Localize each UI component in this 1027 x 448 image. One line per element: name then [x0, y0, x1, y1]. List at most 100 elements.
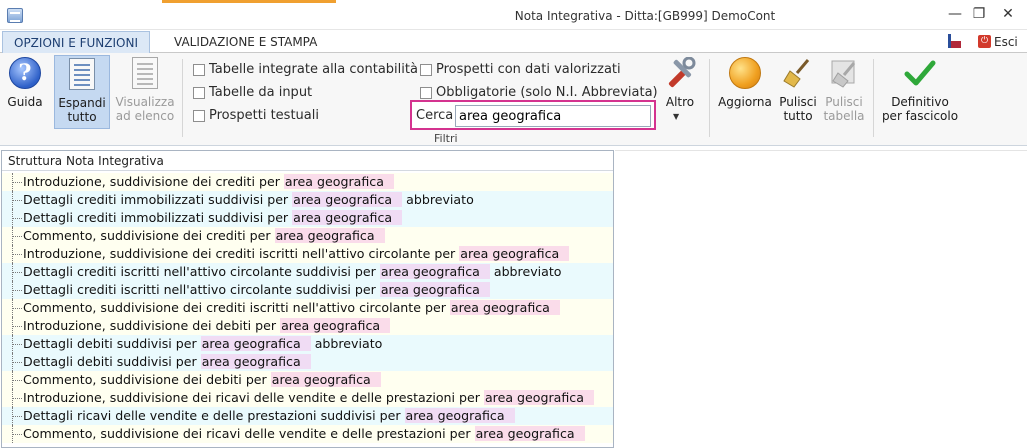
- tree-row-text: Commento, suddivisione dei ricavi delle …: [23, 426, 475, 441]
- checkbox-box[interactable]: [420, 87, 432, 99]
- checkbox-box[interactable]: [193, 110, 205, 122]
- guida-button[interactable]: ? Guida: [2, 57, 48, 109]
- tree-connector: [13, 254, 22, 255]
- title-bar: Nota Integrativa - Ditta:[GB999] DemoCon…: [0, 0, 1027, 30]
- tree-connector: [13, 308, 22, 309]
- detail-pane: [615, 150, 1027, 448]
- tree-connector: [13, 326, 22, 327]
- tree-row-label: Commento, suddivisione dei crediti per a…: [23, 227, 385, 245]
- pulisci-tabella-label-1: Pulisci: [825, 95, 863, 109]
- tree-row[interactable]: Commento, suddivisione dei crediti iscri…: [2, 299, 613, 317]
- search-highlight: area geografica: [292, 210, 403, 225]
- tree-row[interactable]: Dettagli crediti immobilizzati suddivisi…: [2, 191, 613, 209]
- search-box: Cerca: [410, 100, 656, 130]
- search-highlight: area geografica: [379, 282, 490, 297]
- tree-row[interactable]: Dettagli debiti suddivisi per area geogr…: [2, 335, 613, 353]
- maximize-button[interactable]: ❐: [968, 5, 990, 23]
- tree-row-text: Introduzione, suddivisione dei debiti pe…: [23, 318, 281, 333]
- tree-row[interactable]: Dettagli crediti iscritti nell'attivo ci…: [2, 263, 613, 281]
- search-highlight: area geografica: [200, 354, 311, 369]
- refresh-icon: [729, 57, 761, 89]
- tree-row-label: Introduzione, suddivisione dei crediti p…: [23, 173, 394, 191]
- list-view-icon: [132, 57, 158, 89]
- tree-row-text: Dettagli crediti immobilizzati suddivisi…: [23, 192, 293, 207]
- checkbox-obbligatorie[interactable]: Obbligatorie (solo N.I. Abbreviata): [420, 85, 658, 101]
- broom-icon: [782, 57, 814, 89]
- checkbox-label: Tabelle integrate alla contabilità: [209, 62, 418, 77]
- altro-button[interactable]: Altro: [659, 56, 701, 109]
- tree-row[interactable]: Introduzione, suddivisione dei debiti pe…: [2, 317, 613, 335]
- aggiorna-button[interactable]: Aggiorna: [714, 57, 776, 109]
- tree-row-text: Dettagli crediti iscritti nell'attivo ci…: [23, 282, 380, 297]
- pulisci-tabella-button[interactable]: Pulisci tabella: [820, 57, 868, 123]
- tree-row[interactable]: Dettagli crediti iscritti nell'attivo ci…: [2, 281, 613, 299]
- exit-button[interactable]: ⏻ Esci: [978, 34, 1018, 50]
- search-highlight: area geografica: [379, 264, 490, 279]
- search-highlight: area geografica: [404, 408, 515, 423]
- search-highlight: area geografica: [459, 246, 570, 261]
- checkbox-tabelle-integrate[interactable]: Tabelle integrate alla contabilità: [193, 62, 418, 78]
- tree-row-text: Dettagli debiti suddivisi per: [23, 336, 201, 351]
- search-highlight: area geografica: [280, 318, 391, 333]
- tree-row[interactable]: Commento, suddivisione dei debiti per ar…: [2, 371, 613, 389]
- checkbox-box[interactable]: [193, 87, 205, 99]
- pulisci-tutto-label-2: tutto: [783, 109, 813, 123]
- definitivo-per-fascicolo-button[interactable]: Definitivo per fascicolo: [878, 57, 962, 123]
- checkbox-prospetti-valorizzati[interactable]: Prospetti con dati valorizzati: [420, 62, 621, 78]
- window-title: Nota Integrativa - Ditta:[GB999] DemoCon…: [514, 9, 776, 23]
- tree-list: Introduzione, suddivisione dei crediti p…: [2, 173, 613, 443]
- checkbox-prospetti-testuali[interactable]: Prospetti testuali: [193, 108, 319, 124]
- tree-row[interactable]: Dettagli ricavi delle vendite e delle pr…: [2, 407, 613, 425]
- minimize-button[interactable]: —: [944, 5, 966, 23]
- search-highlight: area geografica: [483, 390, 594, 405]
- tree-connector: [13, 272, 22, 273]
- tree-row-text: Dettagli crediti immobilizzati suddivisi…: [23, 210, 293, 225]
- checkbox-box[interactable]: [420, 64, 432, 76]
- checkbox-tabelle-input[interactable]: Tabelle da input: [193, 85, 312, 101]
- tree-row-text: Introduzione, suddivisione dei crediti p…: [23, 174, 284, 189]
- tree-row-text: Dettagli ricavi delle vendite e delle pr…: [23, 408, 405, 423]
- tree-connector: [13, 218, 22, 219]
- flag-icon[interactable]: [948, 34, 961, 48]
- visualizza-ad-elenco-button[interactable]: Visualizza ad elenco: [112, 57, 178, 123]
- tree-row[interactable]: Introduzione, suddivisione dei crediti i…: [2, 245, 613, 263]
- chevron-down-icon[interactable]: ▼: [673, 112, 679, 121]
- checkbox-label: Obbligatorie (solo N.I. Abbreviata): [436, 85, 658, 100]
- pulisci-tabella-label-2: tabella: [823, 109, 865, 123]
- tree-connector: [13, 416, 22, 417]
- tree-row-text: Commento, suddivisione dei debiti per: [23, 372, 271, 387]
- checkbox-box[interactable]: [193, 64, 205, 76]
- search-input[interactable]: [455, 105, 651, 127]
- close-button[interactable]: ✕: [997, 5, 1019, 23]
- tree-row-suffix: abbreviato: [402, 192, 474, 207]
- tab-opzioni-e-funzioni[interactable]: OPZIONI E FUNZIONI: [2, 31, 150, 54]
- pulisci-tutto-button[interactable]: Pulisci tutto: [777, 57, 819, 123]
- tree-row-text: Commento, suddivisione dei crediti per: [23, 228, 275, 243]
- tree-row[interactable]: Dettagli debiti suddivisi per area geogr…: [2, 353, 613, 371]
- tree-row-label: Introduzione, suddivisione dei debiti pe…: [23, 317, 391, 335]
- checkmark-icon: [904, 57, 936, 89]
- tree-row-text: Commento, suddivisione dei crediti iscri…: [23, 300, 450, 315]
- power-icon: ⏻: [978, 35, 991, 48]
- pulisci-tutto-label-1: Pulisci: [779, 95, 817, 109]
- tree-row[interactable]: Commento, suddivisione dei crediti per a…: [2, 227, 613, 245]
- title-accent-bar: [162, 0, 336, 3]
- tree-row[interactable]: Dettagli crediti immobilizzati suddivisi…: [2, 209, 613, 227]
- espandi-label-2: tutto: [67, 110, 97, 124]
- altro-label: Altro: [665, 95, 695, 109]
- tree-row-label: Introduzione, suddivisione dei crediti i…: [23, 245, 570, 263]
- search-highlight: area geografica: [200, 336, 311, 351]
- ribbon: ? Guida Espandi tutto Visualizza ad elen…: [0, 53, 1027, 146]
- tree-row-label: Commento, suddivisione dei crediti iscri…: [23, 299, 560, 317]
- tree-row[interactable]: Introduzione, suddivisione dei crediti p…: [2, 173, 613, 191]
- tree-row[interactable]: Introduzione, suddivisione dei ricavi de…: [2, 389, 613, 407]
- tree-row[interactable]: Commento, suddivisione dei ricavi delle …: [2, 425, 613, 443]
- checkbox-label: Prospetti testuali: [209, 108, 319, 123]
- tree-row-suffix: abbreviato: [310, 336, 383, 351]
- tools-icon: [663, 56, 697, 89]
- tab-validazione-e-stampa[interactable]: VALIDAZIONE E STAMPA: [163, 31, 328, 54]
- search-highlight: area geografica: [449, 300, 560, 315]
- tree-row-label: Dettagli crediti immobilizzati suddivisi…: [23, 209, 403, 227]
- espandi-tutto-button[interactable]: Espandi tutto: [54, 55, 110, 129]
- tree-connector: [13, 344, 22, 345]
